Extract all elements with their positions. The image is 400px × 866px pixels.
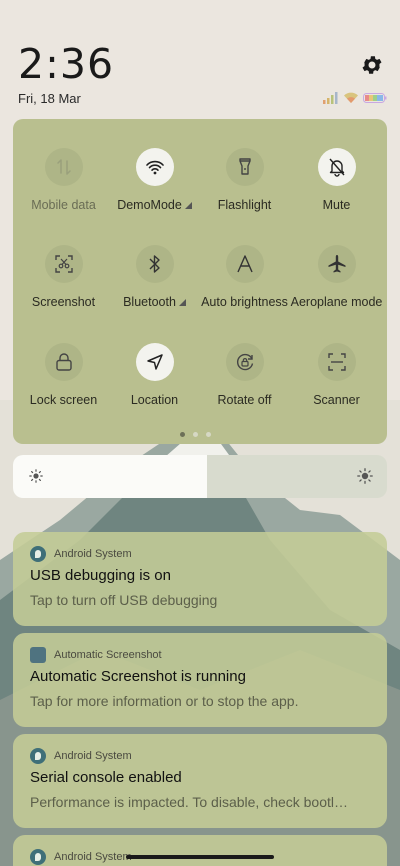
page-dot-1[interactable]: [180, 432, 185, 437]
notification-title: Automatic Screenshot is running: [30, 668, 246, 685]
screenshot-icon: [44, 245, 83, 283]
location-icon: [135, 343, 174, 381]
tile-label: Mobile data: [31, 198, 96, 212]
signal-indicator-icon: [178, 298, 186, 306]
notification-body: Tap for more information or to stop the …: [30, 693, 299, 709]
date: Fri, 18 Mar: [18, 91, 81, 106]
quick-settings-panel: Mobile data DemoMode Flashlight Mute Scr…: [13, 119, 387, 444]
tile-label: Scanner: [313, 393, 360, 407]
signal-indicator-icon: [184, 201, 192, 209]
wifi-icon: [135, 148, 174, 186]
flashlight-icon: [225, 148, 264, 186]
tile-demomode[interactable]: DemoMode: [107, 148, 202, 228]
wifi-icon: [344, 92, 358, 103]
tile-label: Location: [130, 393, 179, 407]
page-dot-2[interactable]: [193, 432, 198, 437]
notification-partial[interactable]: Android System: [13, 835, 387, 866]
tile-label: Bluetooth: [123, 295, 176, 309]
brightness-high-icon: [357, 468, 373, 484]
tile-rotate-off[interactable]: Rotate off: [197, 343, 292, 423]
home-gesture-bar[interactable]: [126, 855, 274, 859]
tile-scanner[interactable]: Scanner: [289, 343, 384, 423]
bluetooth-icon: [135, 245, 174, 283]
notification-title: USB debugging is on: [30, 567, 171, 584]
notification-usb-debugging[interactable]: Android System USB debugging is on Tap t…: [13, 532, 387, 626]
tile-auto-brightness[interactable]: Auto brightness: [197, 245, 292, 325]
tile-label: Lock screen: [29, 393, 98, 407]
gear-icon[interactable]: [360, 53, 384, 77]
android-system-icon: [30, 546, 46, 562]
auto-brightness-icon: [225, 245, 264, 283]
airplane-icon: [317, 245, 356, 283]
rotate-lock-icon: [225, 343, 264, 381]
tile-location[interactable]: Location: [107, 343, 202, 423]
status-indicators: [323, 91, 387, 105]
tile-bluetooth[interactable]: Bluetooth: [107, 245, 202, 325]
scanner-icon: [317, 343, 356, 381]
tile-mobile-data[interactable]: Mobile data: [16, 148, 111, 228]
tile-flashlight[interactable]: Flashlight: [197, 148, 292, 228]
automatic-screenshot-icon: [30, 647, 46, 663]
notification-body: Performance is impacted. To disable, che…: [30, 794, 349, 810]
mobile-data-icon: [44, 148, 83, 186]
page-indicator: [180, 432, 211, 437]
notification-body: Tap to turn off USB debugging: [30, 592, 218, 608]
notification-automatic-screenshot[interactable]: Automatic Screenshot Automatic Screensho…: [13, 633, 387, 727]
tile-aeroplane-mode[interactable]: Aeroplane mode: [289, 245, 384, 325]
tile-label: Aeroplane mode: [290, 295, 383, 309]
tile-label: Mute: [322, 198, 351, 212]
notification-serial-console[interactable]: Android System Serial console enabled Pe…: [13, 734, 387, 828]
brightness-low-icon: [29, 469, 43, 483]
signal-icon: [323, 92, 338, 104]
android-system-icon: [30, 748, 46, 764]
tile-label: Screenshot: [31, 295, 96, 309]
tile-screenshot[interactable]: Screenshot: [16, 245, 111, 325]
tile-lock-screen[interactable]: Lock screen: [16, 343, 111, 423]
battery-icon: [363, 93, 387, 103]
mute-bell-icon: [317, 148, 356, 186]
brightness-slider[interactable]: [13, 455, 387, 498]
android-system-icon: [30, 849, 46, 865]
notification-app-name: Automatic Screenshot: [54, 649, 162, 661]
tile-mute[interactable]: Mute: [289, 148, 384, 228]
notification-title: Serial console enabled: [30, 769, 182, 786]
page-dot-3[interactable]: [206, 432, 211, 437]
clock: 2:36: [18, 40, 115, 88]
tile-label: Rotate off: [217, 393, 272, 407]
tile-label: Flashlight: [217, 198, 272, 212]
notification-app-name: Android System: [54, 548, 132, 560]
tile-label: Auto brightness: [201, 295, 288, 309]
notification-app-name: Android System: [54, 750, 132, 762]
notification-app-name: Android System: [54, 851, 132, 863]
tile-label: DemoMode: [117, 198, 182, 212]
lock-icon: [44, 343, 83, 381]
